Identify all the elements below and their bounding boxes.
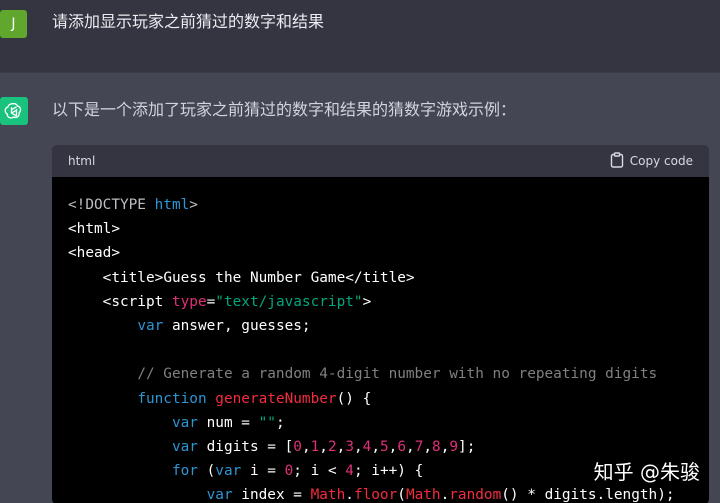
code-token: , <box>406 438 415 455</box>
code-language-label: html <box>68 154 96 168</box>
code-token: () { <box>336 390 372 407</box>
code-token: <!DOCTYPE <box>68 197 155 213</box>
copy-code-label: Copy code <box>629 154 693 168</box>
code-token: Math <box>405 487 441 503</box>
code-token: digits = [ <box>197 438 294 455</box>
code-token: ; i++) { <box>353 463 424 480</box>
code-token: ; i < <box>293 463 346 480</box>
clipboard-icon <box>610 151 624 171</box>
code-token: , <box>336 438 346 455</box>
code-token: generateNumber <box>215 390 337 407</box>
code-token: for <box>171 463 198 480</box>
code-token: var <box>137 317 164 334</box>
code-token: , <box>423 438 433 455</box>
code-token: </title> <box>345 269 415 286</box>
code-token: ( <box>397 487 406 503</box>
code-token: . <box>440 487 450 503</box>
code-token: , <box>371 438 380 455</box>
code-token: random <box>449 487 502 503</box>
code-token: = <box>206 293 216 310</box>
code-token: "" <box>258 414 276 431</box>
code-line: var digits = [0,1,2,3,4,5,6,7,8,9]; <box>68 435 693 459</box>
code-line: var num = ""; <box>68 411 693 435</box>
chatgpt-logo-icon <box>0 97 28 125</box>
code-content: <!DOCTYPE html> <html> <head> <title>Guess… <box>52 177 709 503</box>
code-token: answer, guesses; <box>163 317 311 334</box>
code-token: num = <box>197 414 259 431</box>
code-token: > <box>362 293 372 310</box>
code-token: <script <box>102 293 172 310</box>
code-token: ( <box>197 463 216 480</box>
chat-page: J 请添加显示玩家之前猜过的数字和结果 以下是一个添加了玩家之前猜过的数字和结果… <box>0 0 720 503</box>
code-token: 3 <box>345 438 354 455</box>
code-token: "text/javascript" <box>215 293 363 310</box>
watermark: 知乎 @朱骏 <box>593 460 700 484</box>
code-block-header: html Copy code <box>52 145 709 177</box>
user-avatar: J <box>0 10 27 38</box>
code-line: <head> <box>68 241 693 265</box>
code-token: 4 <box>345 463 354 480</box>
code-token: Guess the Number Game <box>163 269 346 286</box>
code-token: () * digits.length); <box>501 487 675 503</box>
code-token: , <box>319 438 328 455</box>
user-message-text: 请添加显示玩家之前猜过的数字和结果 <box>52 12 325 31</box>
code-token: // Generate a random 4-digit number with… <box>137 366 658 383</box>
code-line: // Generate a random 4-digit number with… <box>68 362 693 386</box>
code-token: , <box>353 438 363 455</box>
code-token: 1 <box>310 438 320 455</box>
code-token: Math <box>310 487 346 503</box>
code-token: index = <box>232 487 311 503</box>
code-token: 0 <box>284 463 294 480</box>
code-line: function generateNumber() { <box>68 387 693 411</box>
code-token: html <box>154 197 190 213</box>
code-token: > <box>189 197 198 213</box>
code-token: <title> <box>102 269 164 286</box>
code-line: var index = Math.floor(Math.random() * d… <box>68 483 693 503</box>
code-token: floor <box>353 487 398 503</box>
assistant-intro-text: 以下是一个添加了玩家之前猜过的数字和结果的猜数字游戏示例： <box>52 100 517 119</box>
code-token: var <box>171 438 198 455</box>
code-token: 8 <box>432 438 441 455</box>
code-token: ; <box>275 414 285 431</box>
code-line: <html> <box>68 217 693 241</box>
code-token: 5 <box>380 438 389 455</box>
user-message-row: J 请添加显示玩家之前猜过的数字和结果 <box>0 0 720 72</box>
code-token: var <box>171 414 198 431</box>
code-token: i = <box>241 463 285 480</box>
code-token: <html> <box>68 221 120 238</box>
code-token: ]; <box>458 438 476 455</box>
code-token: type <box>171 293 207 310</box>
assistant-message-row: 以下是一个添加了玩家之前猜过的数字和结果的猜数字游戏示例： html Copy … <box>0 72 720 503</box>
code-line: var answer, guesses; <box>68 314 693 338</box>
code-line: <!DOCTYPE html> <box>68 193 693 217</box>
code-line: <script type="text/javascript"> <box>68 290 693 314</box>
code-block: html Copy code <!DOCTYPE html> <html> <hea… <box>52 145 709 503</box>
code-token: 2 <box>327 438 337 455</box>
code-token: var <box>215 463 242 480</box>
code-token: . <box>345 487 354 503</box>
code-token: 9 <box>449 438 459 455</box>
code-token: 0 <box>293 438 302 455</box>
copy-code-button[interactable]: Copy code <box>610 151 693 171</box>
code-line: <title>Guess the Number Game</title> <box>68 266 693 290</box>
code-token: function <box>137 390 207 407</box>
code-token: var <box>206 487 233 503</box>
code-token: <head> <box>68 245 120 262</box>
code-token: 6 <box>397 438 407 455</box>
code-token: , <box>301 438 311 455</box>
